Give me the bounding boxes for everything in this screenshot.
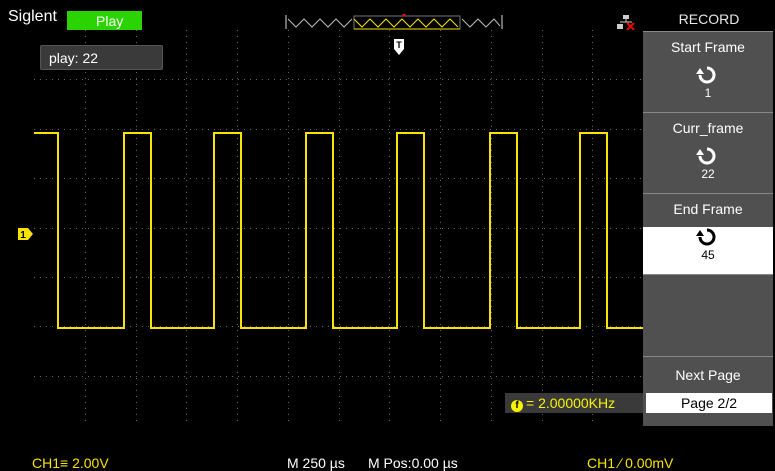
curr-frame-button[interactable]: Curr_frame 22 — [643, 112, 773, 193]
frequency-readout: f = 2.00000KHz — [505, 393, 643, 413]
next-page-button[interactable]: Next Page Page 2/2 — [643, 356, 773, 426]
start-frame-value: 1 — [704, 86, 712, 100]
end-frame-label: End Frame — [673, 201, 743, 217]
empty-menu-slot — [643, 274, 773, 356]
end-frame-button[interactable]: End Frame 45 — [643, 193, 773, 274]
record-menu: RECORD Start Frame 1 Curr_frame 22 End F… — [643, 0, 775, 426]
brand-label: Siglent — [8, 8, 57, 25]
timebase-readout: M 250 µs — [287, 455, 345, 471]
start-frame-button[interactable]: Start Frame 1 — [643, 31, 773, 112]
play-frame-counter: play: 22 — [40, 45, 163, 70]
top-status-bar: Siglent Play — [0, 0, 643, 31]
adjust-knob-icon — [696, 147, 716, 165]
ch1-trace — [34, 132, 643, 329]
adjust-knob-icon — [696, 228, 716, 246]
ch1-offset-marker[interactable]: 1 — [18, 227, 34, 241]
svg-text:T: T — [396, 40, 402, 50]
mode-badge: Play — [67, 11, 142, 31]
memory-overview-strip — [285, 14, 503, 30]
horizontal-position-readout: M Pos:0.00 µs — [368, 455, 458, 471]
network-disconnected-icon — [617, 15, 635, 30]
trigger-readout: CH1 ∕ 0.00mV — [587, 455, 674, 471]
menu-title: RECORD — [678, 11, 740, 27]
curr-frame-label: Curr_frame — [672, 120, 744, 136]
svg-text:1: 1 — [20, 230, 26, 241]
curr-frame-value: 22 — [701, 167, 715, 181]
page-indicator: Page 2/2 — [646, 393, 772, 413]
adjust-knob-icon — [696, 66, 716, 84]
start-frame-label: Start Frame — [671, 39, 745, 55]
ch1-vertical-scale: CH1≡ 2.00V — [32, 455, 109, 471]
frequency-value: = 2.00000KHz — [526, 395, 616, 411]
trigger-position-marker[interactable]: T — [393, 38, 405, 56]
waveform-display — [34, 30, 643, 425]
frequency-counter-icon: f — [511, 400, 523, 412]
ch1-waveform — [34, 132, 643, 329]
end-frame-value: 45 — [701, 248, 715, 262]
next-page-label: Next Page — [675, 367, 741, 383]
bottom-status-bar: CH1≡ 2.00V M 250 µs M Pos:0.00 µs CH1 ∕ … — [0, 446, 775, 471]
